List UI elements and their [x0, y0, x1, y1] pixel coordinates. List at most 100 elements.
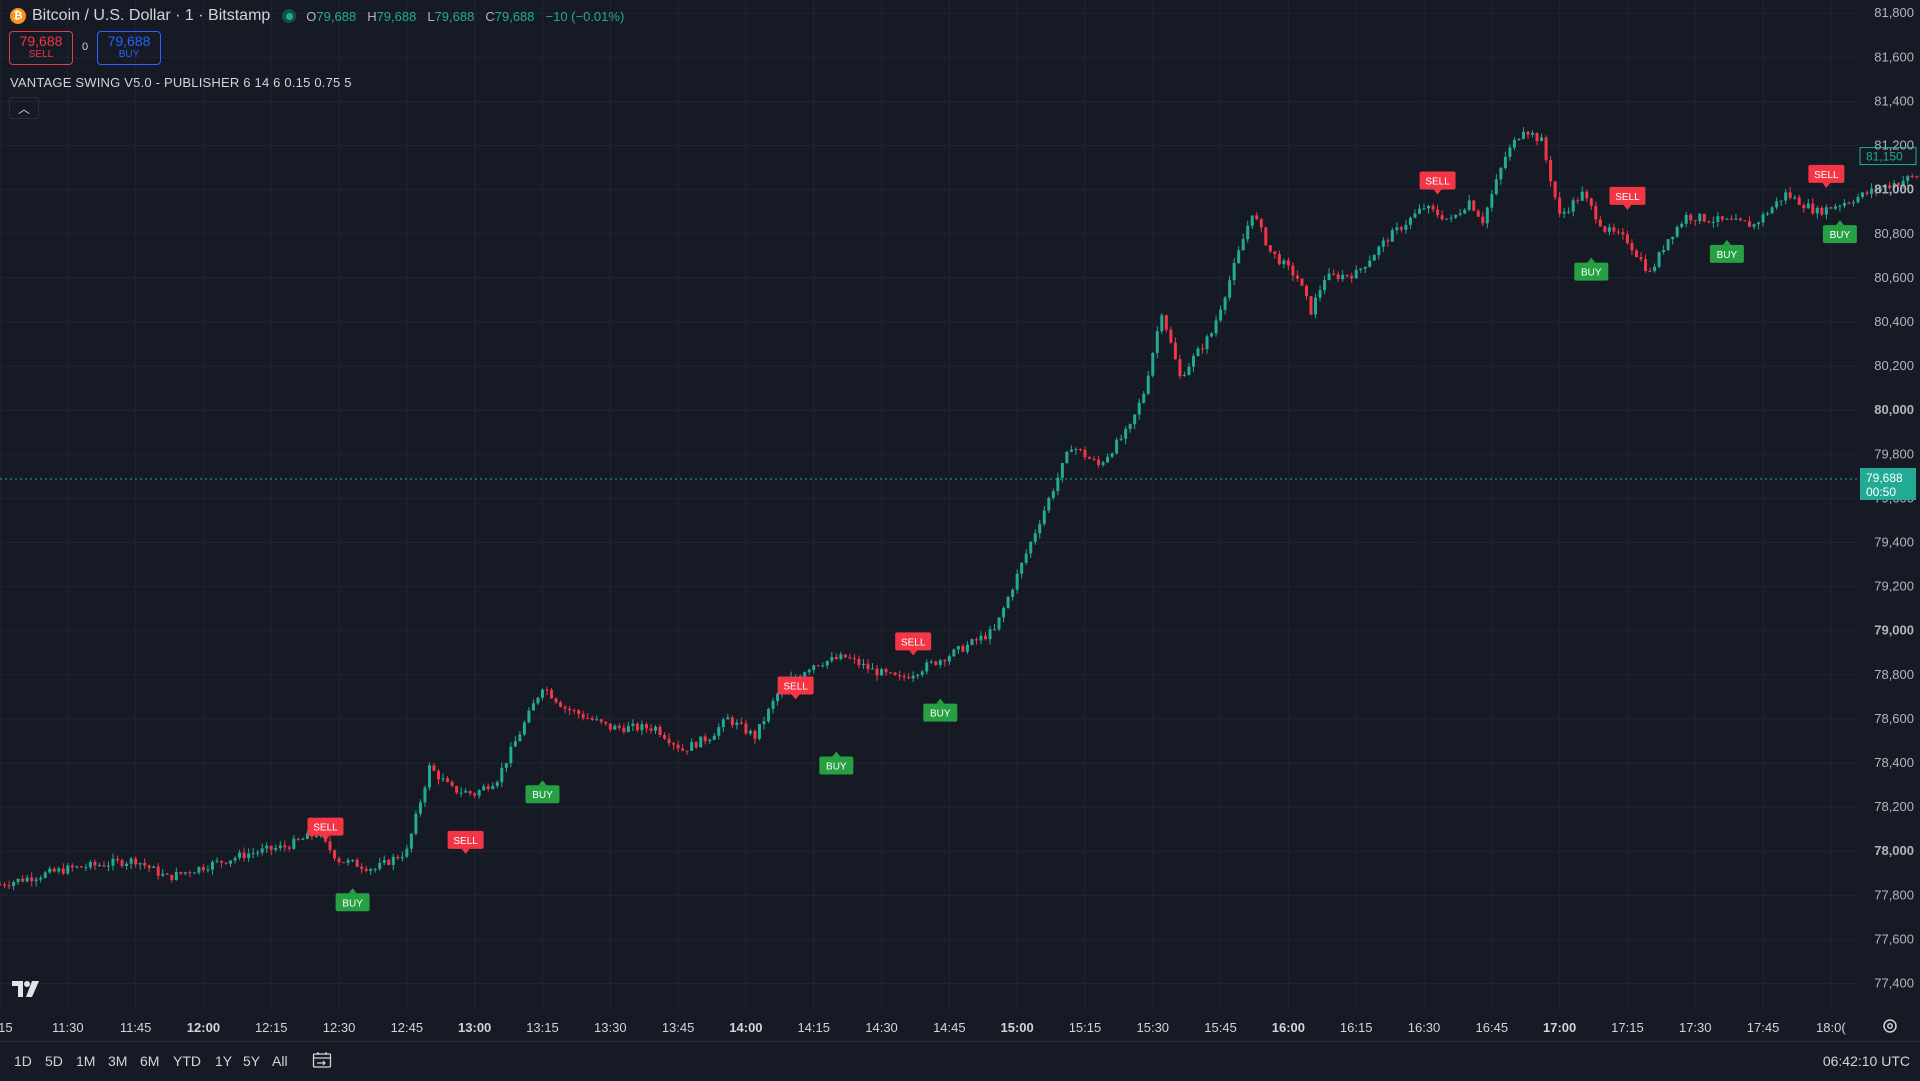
candle-body	[125, 864, 128, 866]
candle-body	[930, 661, 933, 662]
price-tick-label: 81,400	[1874, 93, 1914, 108]
candle-body	[1685, 215, 1688, 224]
candle-body	[1169, 330, 1172, 343]
range-3m[interactable]: 3M	[108, 1053, 127, 1069]
candle-body	[957, 646, 960, 649]
candle-body	[618, 726, 621, 728]
candle-body	[252, 853, 255, 854]
price-tick-label: 79,000	[1874, 623, 1914, 638]
candle-body	[143, 863, 146, 865]
candle-body	[568, 709, 571, 711]
candle-body	[948, 656, 951, 661]
time-tick-label: 13:15	[526, 1020, 559, 1035]
candle-body	[767, 709, 770, 721]
candle-body	[536, 698, 539, 704]
candle-body	[518, 734, 521, 741]
candle-body	[591, 718, 594, 720]
signal-tag-label: BUY	[930, 709, 951, 720]
candle-body	[1074, 449, 1077, 450]
range-all[interactable]: All	[272, 1053, 288, 1069]
signal-tag-pointer	[1723, 240, 1731, 245]
candle-body	[1630, 243, 1633, 250]
buy-button[interactable]: 79,688 BUY	[97, 31, 161, 65]
candle-body	[907, 677, 910, 678]
time-tick-label: 16:30	[1408, 1020, 1441, 1035]
signal-tag-label: BUY	[1581, 268, 1602, 279]
candle-body	[247, 853, 250, 858]
range-5y[interactable]: 5Y	[243, 1053, 260, 1069]
sell-button[interactable]: 79,688 SELL	[9, 31, 73, 65]
candle-body	[1083, 450, 1086, 457]
candle-body	[270, 846, 273, 850]
candle-body	[8, 886, 11, 887]
symbol-title[interactable]: Bitcoin / U.S. Dollar · 1 · Bitstamp	[32, 7, 270, 25]
time-tick-label: 14:45	[933, 1020, 966, 1035]
candle-body	[1843, 203, 1846, 206]
sell-signal-tag: SELL	[1420, 171, 1456, 194]
collapse-legend-button[interactable]: ︿	[9, 97, 39, 119]
candle-body	[188, 872, 191, 873]
date-range-icon[interactable]	[312, 1051, 332, 1069]
range-5d[interactable]: 5D	[45, 1053, 63, 1069]
time-tick-label: 14:00	[729, 1020, 762, 1035]
candle-body	[35, 879, 38, 881]
tradingview-logo[interactable]	[12, 980, 42, 1003]
candle-body	[315, 836, 318, 837]
candle-body	[1554, 181, 1557, 197]
time-tick-label: 15:30	[1137, 1020, 1170, 1035]
buy-signal-tag: BUY	[336, 888, 370, 911]
candle-body	[39, 878, 42, 880]
candle-body	[984, 636, 987, 639]
candle-body	[1676, 227, 1679, 237]
candle-body	[1621, 232, 1624, 234]
candle-body	[921, 672, 924, 675]
candle-body	[1047, 498, 1050, 511]
candle-body	[464, 791, 467, 792]
candle-body	[505, 763, 508, 768]
candle-body	[876, 669, 879, 676]
candle-body	[1002, 608, 1005, 617]
candle-body	[338, 858, 341, 862]
signal-markers: SELLBUYSELLBUYSELLBUYSELLBUYSELLBUYSELLB…	[307, 138, 1920, 911]
candle-body	[1545, 137, 1548, 160]
candle-body	[1052, 491, 1055, 498]
candle-body	[1662, 250, 1665, 252]
candle-body	[1133, 415, 1136, 425]
market-status-icon[interactable]	[282, 9, 296, 23]
candle-body	[934, 661, 937, 664]
sell-signal-tag: SELL	[448, 831, 484, 854]
utc-clock[interactable]: 06:42:10 UTC	[1823, 1053, 1910, 1069]
signal-tag-pointer	[349, 888, 357, 893]
range-ytd[interactable]: YTD	[173, 1053, 201, 1069]
candle-body	[894, 673, 897, 676]
candle-body	[1576, 200, 1579, 201]
range-1m[interactable]: 1M	[76, 1053, 95, 1069]
candle-body	[1802, 205, 1805, 208]
candle-body	[509, 747, 512, 763]
candle-body	[871, 669, 874, 670]
range-1d[interactable]: 1D	[14, 1053, 32, 1069]
gear-icon[interactable]	[1880, 1016, 1900, 1036]
candle-body	[1436, 209, 1439, 215]
time-tick-label: 15:00	[1001, 1020, 1034, 1035]
candle-body	[98, 865, 101, 866]
candle-body	[1355, 270, 1358, 279]
candle-body	[717, 727, 720, 736]
candle-body	[292, 839, 295, 849]
candle-body	[1409, 218, 1412, 225]
candle-body	[53, 869, 56, 872]
candle-body	[1707, 221, 1710, 222]
range-6m[interactable]: 6M	[140, 1053, 159, 1069]
candle-body	[1273, 251, 1276, 254]
signal-tag-pointer	[1822, 183, 1830, 188]
candle-body	[1337, 274, 1340, 279]
candle-body	[170, 875, 173, 880]
indicator-label[interactable]: VANTAGE SWING V5.0 - PUBLISHER 6 14 6 0.…	[10, 75, 352, 90]
range-1y[interactable]: 1Y	[215, 1053, 232, 1069]
candle-body	[256, 853, 259, 854]
chart-canvas[interactable]: SELLBUYSELLBUYSELLBUYSELLBUYSELLBUYSELLB…	[0, 0, 1920, 1041]
price-tick-label: 80,000	[1874, 402, 1914, 417]
spread-value: 0	[82, 41, 88, 53]
candle-body	[1757, 223, 1760, 225]
candle-body	[1282, 260, 1285, 264]
